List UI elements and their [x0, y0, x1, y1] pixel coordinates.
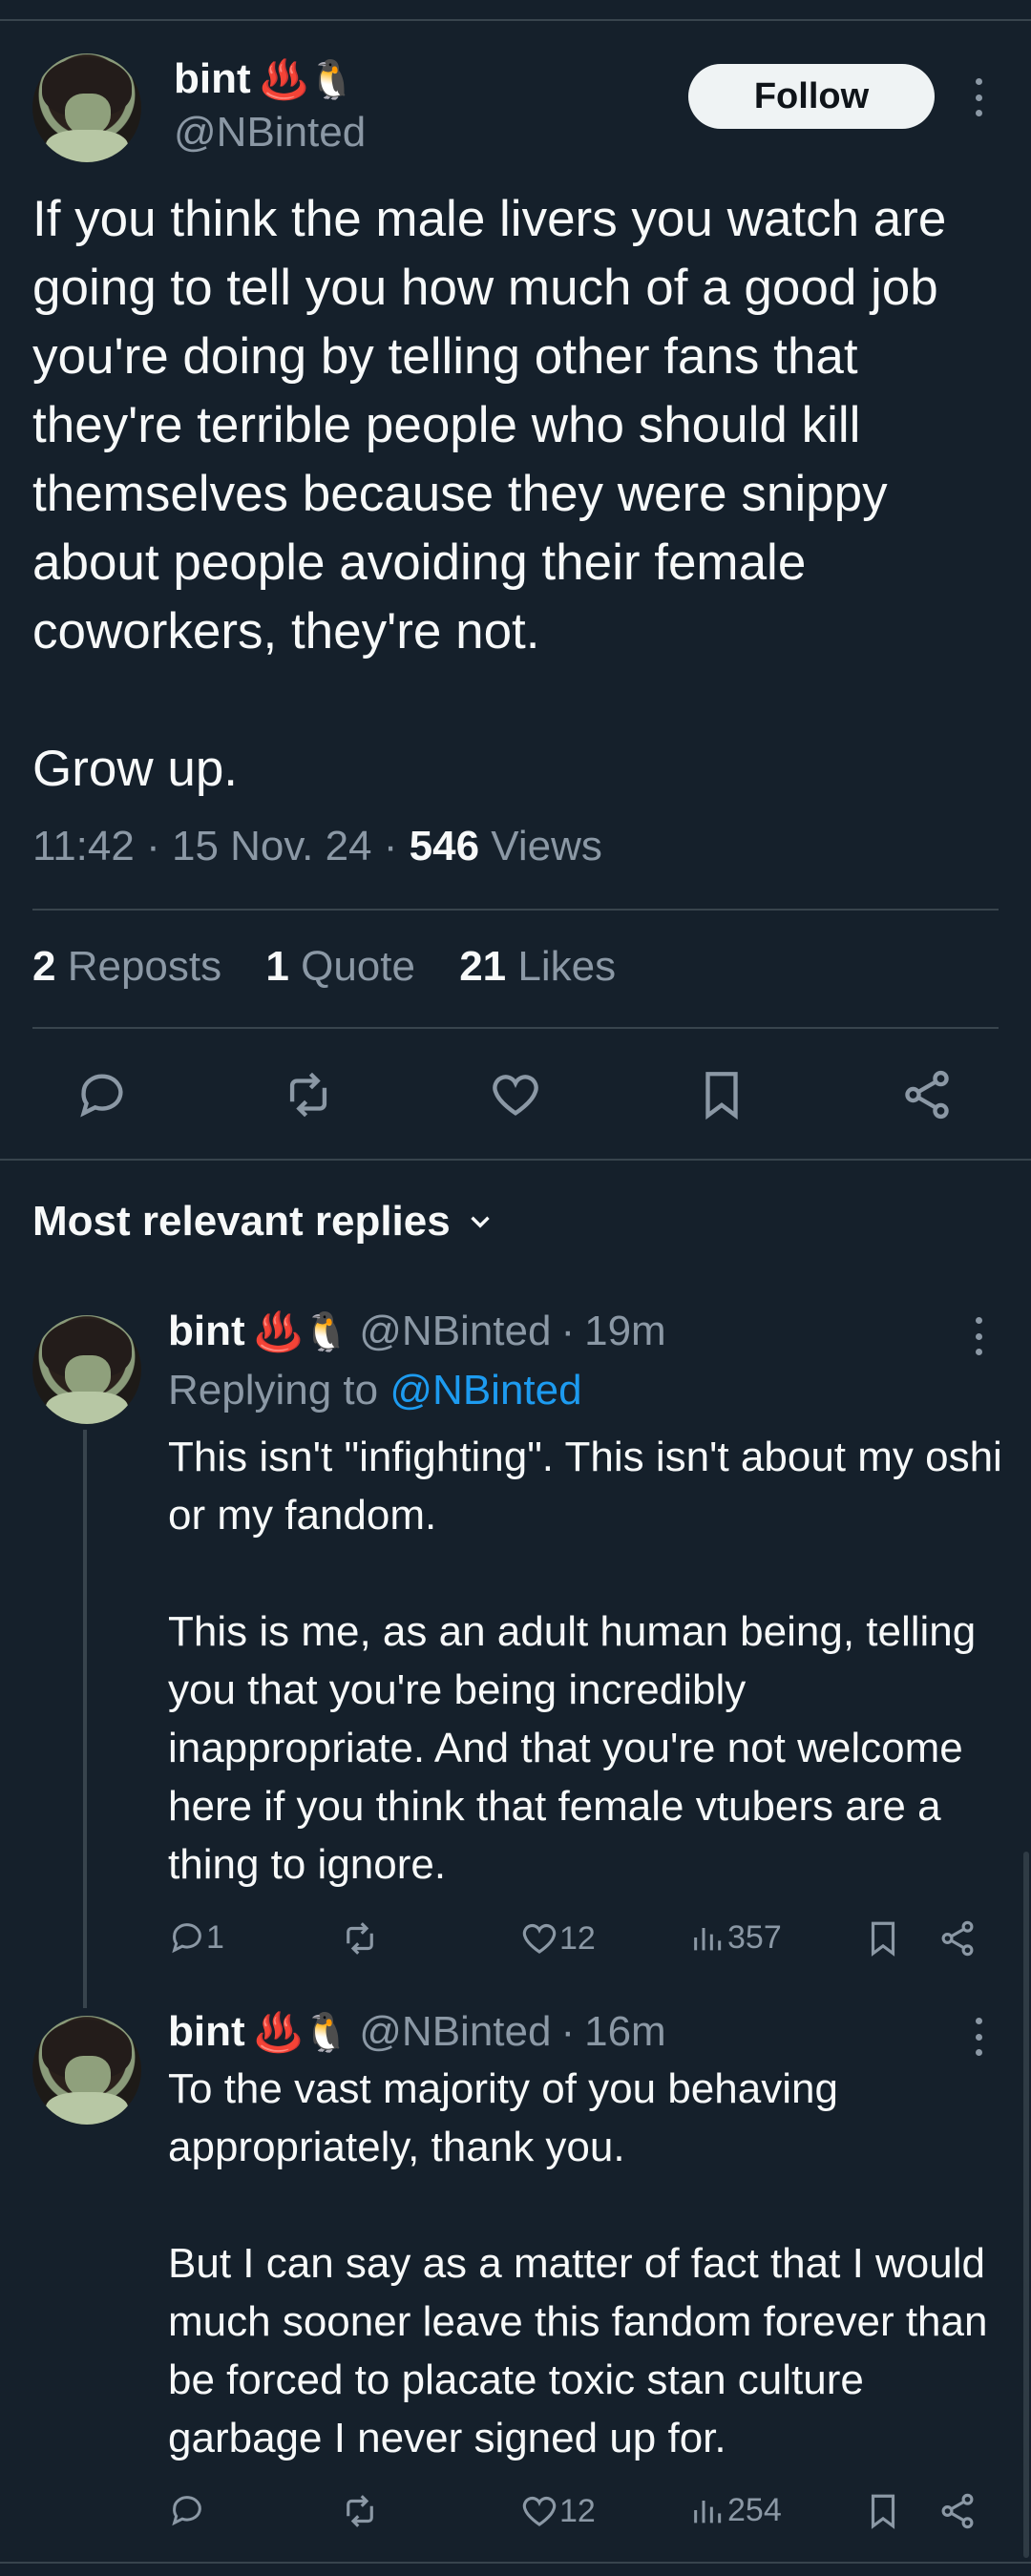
views-action[interactable]: 357	[689, 1918, 782, 1957]
divider	[32, 909, 999, 911]
reply-text: To the vast majority of you behaving app…	[168, 2065, 988, 2461]
repost-icon	[347, 1922, 373, 1955]
reply-icon	[172, 1923, 201, 1954]
more-options-icon[interactable]	[964, 78, 993, 116]
reply-header: bint ♨️🐧 @NBinted · 16m	[168, 2008, 666, 2056]
reposts-stat[interactable]: 2 Reposts	[32, 943, 221, 990]
like-icon[interactable]	[488, 1067, 543, 1122]
reply-header: bint ♨️🐧 @NBinted · 19m	[168, 1308, 666, 1355]
reply-action[interactable]	[168, 2491, 206, 2529]
reply-author-handle[interactable]: @NBinted	[359, 2008, 551, 2056]
reply-author-name[interactable]: bint	[168, 2008, 245, 2056]
share-icon[interactable]	[937, 2491, 978, 2531]
like-icon	[522, 1923, 557, 1954]
replies-sort-dropdown[interactable]: Most relevant replies	[32, 1198, 496, 1246]
views-icon	[694, 2501, 722, 2524]
share-icon[interactable]	[937, 1918, 978, 1958]
reply-age: 16m	[584, 2008, 666, 2055]
reply-action[interactable]: 1	[168, 1918, 224, 1957]
reply-avatar[interactable]	[32, 2016, 141, 2125]
reply-icon[interactable]	[74, 1067, 130, 1122]
bookmark-icon[interactable]	[863, 2491, 903, 2531]
view-count: 357	[727, 1918, 782, 1956]
bookmark-icon[interactable]	[694, 1067, 749, 1122]
tweet-date: 15 Nov. 24	[171, 823, 372, 869]
repost-icon[interactable]	[281, 1067, 336, 1122]
quotes-stat[interactable]: 1 Quote	[265, 943, 415, 990]
reply-avatar[interactable]	[32, 1315, 141, 1424]
like-icon	[522, 2496, 557, 2526]
more-options-icon[interactable]	[964, 1317, 993, 1355]
replying-to: Replying to @NBinted	[168, 1367, 582, 1414]
tweet-stats: 2 Reposts 1 Quote 21 Likes	[32, 943, 648, 991]
replies-section-title: Most relevant replies	[32, 1198, 451, 1245]
top-divider	[0, 0, 1031, 21]
repost-icon	[347, 2495, 373, 2527]
views-icon	[694, 1928, 722, 1951]
like-count: 12	[559, 1919, 596, 1957]
tweet-time: 11:42	[32, 823, 135, 869]
author-avatar[interactable]	[32, 53, 141, 162]
reply-icon	[172, 2496, 201, 2526]
follow-button[interactable]: Follow	[688, 64, 935, 129]
divider	[0, 1159, 1031, 1161]
reply-author-handle[interactable]: @NBinted	[359, 1308, 551, 1355]
views-action[interactable]: 254	[689, 2491, 782, 2529]
author-name: bint	[174, 55, 251, 102]
scrollbar[interactable]	[1023, 1852, 1029, 2558]
replying-to-handle-link[interactable]: @NBinted	[389, 1367, 581, 1414]
view-count: 254	[727, 2491, 782, 2528]
views-count: 546	[409, 823, 480, 869]
reply-count: 1	[206, 1918, 224, 1956]
divider	[32, 1027, 999, 1029]
likes-stat[interactable]: 21 Likes	[459, 943, 616, 990]
author-handle[interactable]: @NBinted	[174, 109, 366, 157]
author-emoji: ♨️🐧	[260, 58, 356, 101]
like-action[interactable]: 12	[519, 1918, 596, 1958]
divider	[0, 2562, 1031, 2564]
author-name-row[interactable]: bint ♨️🐧	[174, 55, 355, 103]
tweet-text: If you think the male livers you watch a…	[32, 191, 947, 797]
more-options-icon[interactable]	[964, 2018, 993, 2056]
repost-action[interactable]	[340, 2491, 380, 2531]
views-label: Views	[491, 823, 602, 869]
bookmark-icon[interactable]	[863, 1918, 903, 1958]
chevron-down-icon	[471, 1216, 490, 1228]
tweet-meta: 11:42 · 15 Nov. 24 · 546 Views	[32, 823, 602, 869]
reply-author-emoji: ♨️🐧	[254, 1310, 350, 1353]
repost-action[interactable]	[340, 1918, 380, 1958]
thread-line	[83, 1430, 87, 2008]
like-count: 12	[559, 2492, 596, 2529]
reply-age: 19m	[584, 1308, 666, 1354]
reply-author-emoji: ♨️🐧	[254, 2011, 350, 2054]
like-action[interactable]: 12	[519, 2491, 596, 2531]
reply-author-name[interactable]: bint	[168, 1308, 245, 1355]
share-icon[interactable]	[899, 1067, 955, 1122]
reply-text: This isn't "infighting". This isn't abou…	[168, 1434, 1002, 1888]
